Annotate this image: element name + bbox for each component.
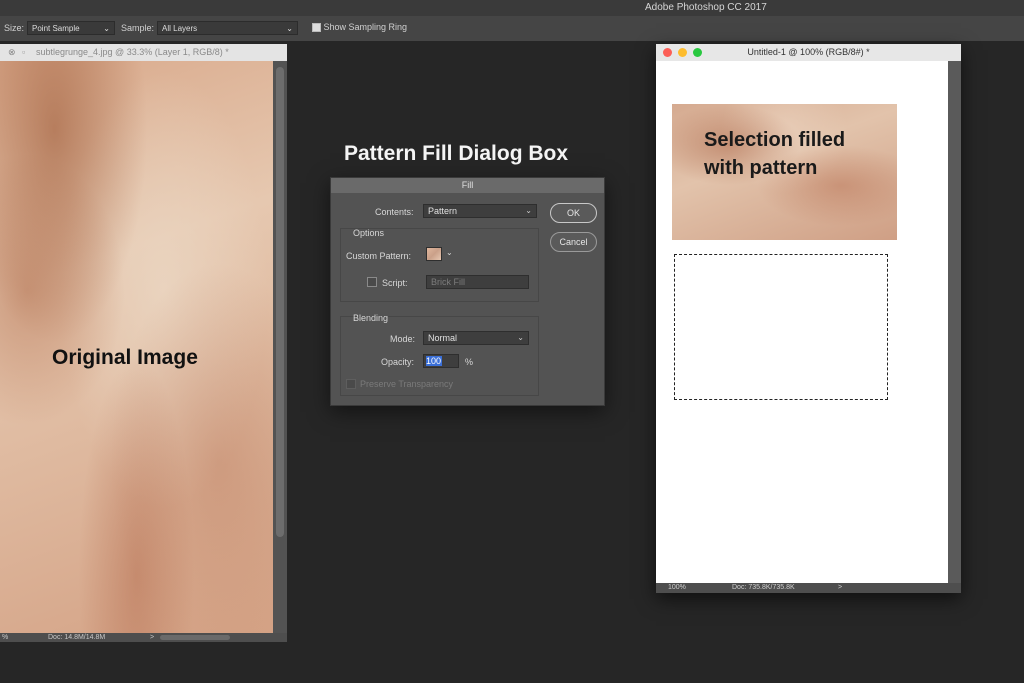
status-arrow-icon[interactable]: > [150,633,154,642]
contents-select-value: Pattern [428,206,458,216]
vertical-scrollbar[interactable] [948,61,961,583]
status-arrow-icon[interactable]: > [838,583,842,593]
checkbox-checked-icon [312,23,321,33]
document-title: Untitled-1 @ 100% (RGB/8#) * [747,47,870,57]
show-ring-checkbox[interactable]: Show Sampling Ring [312,22,408,33]
annotation-selection-line1: Selection filled [704,129,846,151]
status-doc-size: Doc: 14.8M/14.8M [48,634,106,641]
status-doc-size: Doc: 735.8K/735.8K [732,584,795,591]
window-close-icon[interactable] [663,48,672,57]
custom-pattern-label: Custom Pattern: [346,251,412,261]
sample-label: Sample: [121,23,155,33]
size-select[interactable]: Point Sample ⌄ [27,21,115,35]
script-select[interactable]: Brick Fill [426,275,529,289]
document-icon: ▫ [22,47,26,57]
blending-group-label: Blending [353,313,389,323]
window-maximize-icon[interactable] [693,48,702,57]
script-label: Script: [382,278,408,288]
chevron-down-icon[interactable]: ⌄ [446,248,453,257]
window-minimize-icon[interactable] [678,48,687,57]
close-icon[interactable]: ⊗ [8,44,16,61]
document-tab[interactable]: ⊗ ▫ subtlegrunge_4.jpg @ 33.3% (Layer 1,… [0,44,287,61]
status-bar: % Doc: 14.8M/14.8M > [0,633,287,642]
pattern-swatch[interactable] [426,247,442,261]
script-checkbox[interactable] [367,277,377,287]
app-title-bar: Adobe Photoshop CC 2017 [0,0,1024,16]
status-zoom: % [2,634,9,641]
document-title-bar[interactable]: Untitled-1 @ 100% (RGB/8#) * [656,44,961,61]
scrollbar-thumb[interactable] [276,67,284,537]
annotation-original-image: Original Image [52,346,198,369]
contents-label: Contents: [375,207,414,217]
size-select-value: Point Sample [32,24,80,33]
opacity-input[interactable]: 100 [423,354,459,368]
options-group-label: Options [353,228,385,238]
status-zoom[interactable]: 100% [668,583,686,593]
new-document-canvas[interactable]: Selection filled with pattern [656,61,948,583]
document-tab-title: subtlegrunge_4.jpg @ 33.3% (Layer 1, RGB… [36,47,229,57]
show-ring-label: Show Sampling Ring [323,22,408,32]
chevron-down-icon: ⌄ [103,24,110,33]
opacity-label: Opacity: [381,357,415,367]
sample-select[interactable]: All Layers ⌄ [157,21,298,35]
status-bar: 100% Doc: 735.8K/735.8K > [656,583,961,593]
chevron-down-icon: ⌄ [517,333,524,342]
annotation-dialog-caption: Pattern Fill Dialog Box [344,142,569,165]
fill-dialog: Fill Contents: Pattern ⌄ OK Cancel Optio… [330,177,605,406]
mode-label: Mode: [390,334,416,344]
left-document-window: ⊗ ▫ subtlegrunge_4.jpg @ 33.3% (Layer 1,… [0,44,287,642]
annotation-selection: Selection filled with pattern [704,126,845,182]
chevron-down-icon: ⌄ [525,206,532,215]
opacity-unit: % [465,357,474,367]
horizontal-scrollbar[interactable] [160,635,230,640]
options-bar: Size: Point Sample ⌄ Sample: All Layers … [0,16,1024,41]
contents-select[interactable]: Pattern ⌄ [423,204,537,218]
opacity-value: 100 [426,356,442,366]
vertical-scrollbar[interactable] [273,61,287,633]
cancel-button[interactable]: Cancel [550,232,597,252]
ok-button[interactable]: OK [550,203,597,223]
annotation-selection-line2: with pattern [704,157,818,179]
right-document-window: Untitled-1 @ 100% (RGB/8#) * Selection f… [656,44,961,593]
app-title: Adobe Photoshop CC 2017 [645,2,767,13]
selection-marquee[interactable] [674,254,888,400]
preserve-transparency-checkbox[interactable] [346,379,356,389]
preserve-transparency-label: Preserve Transparency [360,379,454,389]
dialog-title: Fill [331,178,604,193]
script-select-value: Brick Fill [431,277,465,287]
size-label: Size: [4,23,25,33]
mode-select[interactable]: Normal ⌄ [423,331,529,345]
options-group [340,228,539,302]
sample-select-value: All Layers [162,24,198,33]
mode-select-value: Normal [428,333,458,343]
chevron-down-icon: ⌄ [286,24,293,33]
